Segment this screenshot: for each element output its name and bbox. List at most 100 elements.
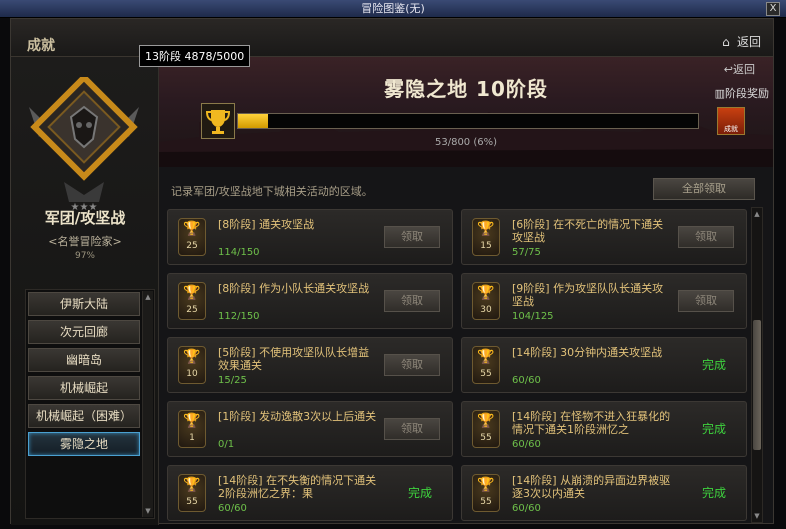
achievement-trophy-badge: 🏆 10 — [178, 346, 206, 384]
achievement-trophy-badge: 🏆 55 — [472, 410, 500, 448]
claim-button[interactable]: 领取 — [678, 226, 734, 248]
claim-button[interactable]: 领取 — [678, 290, 734, 312]
stage-trophy-icon — [201, 103, 235, 139]
scroll-up-icon[interactable]: ▲ — [752, 209, 762, 219]
achievement-tier: 25 — [186, 241, 198, 251]
achievement-card: 🏆 55 [14阶段] 在怪物不进入狂暴化的情况下通关1阶段洲忆之 60/60 完成 — [461, 401, 747, 457]
achievement-tier: 10 — [186, 369, 198, 379]
achievement-tier: 55 — [480, 433, 492, 443]
category-item-mist-land[interactable]: 雾隐之地 — [28, 432, 140, 456]
stage-progress-fill — [238, 114, 269, 128]
achievement-progress: 60/60 — [218, 503, 247, 514]
scroll-down-icon[interactable]: ▼ — [752, 511, 762, 521]
window-title: 冒险图鉴(无) — [361, 2, 425, 15]
achievement-title: [6阶段] 在不死亡的情况下通关攻坚战 — [512, 218, 664, 244]
achievement-card: 🏆 55 [14阶段] 从崩溃的异面边界被驱逐3次以内通关 60/60 完成 — [461, 465, 747, 521]
achievement-card: 🏆 25 [8阶段] 通关攻坚战 114/150 领取 — [167, 209, 453, 265]
achievement-tier: 30 — [480, 305, 492, 315]
achievement-trophy-badge: 🏆 25 — [178, 218, 206, 256]
home-icon: ⌂ — [722, 35, 730, 49]
scroll-up-icon[interactable]: ▲ — [143, 292, 153, 302]
category-item-dimension-corridor[interactable]: 次元回廊 — [28, 320, 140, 344]
achievement-title: [14阶段] 从崩溃的异面边界被驱逐3次以内通关 — [512, 474, 671, 500]
achievement-progress: 57/75 — [512, 247, 541, 258]
achievement-title: [14阶段] 30分钟内通关攻坚战 — [512, 346, 663, 359]
scroll-down-icon[interactable]: ▼ — [143, 506, 153, 516]
stage-progress-text: 53/800 (6%) — [434, 137, 498, 148]
stage-tooltip: 13阶段 4878/5000 — [139, 45, 251, 67]
achievement-trophy-badge: 🏆 30 — [472, 282, 500, 320]
stage-description: 记录军团/攻坚战地下城相关活动的区域。 — [171, 185, 373, 198]
achievement-card: 🏆 55 [14阶段] 在不失衡的情况下通关2阶段洲忆之界：果 60/60 完成 — [167, 465, 453, 521]
window-titlebar: 冒险图鉴(无) X — [0, 0, 786, 18]
achievement-progress: 104/125 — [512, 311, 554, 322]
trophy-icon: 🏆 — [477, 413, 495, 429]
category-percent: 97% — [74, 251, 95, 261]
achievement-trophy-badge: 🏆 15 — [472, 218, 500, 256]
back-label: 返回 — [736, 35, 761, 49]
achievement-card: 🏆 15 [6阶段] 在不死亡的情况下通关攻坚战 57/75 领取 — [461, 209, 747, 265]
achievement-complete-label: 完成 — [701, 486, 726, 500]
trophy-icon: 🏆 — [183, 285, 201, 301]
claim-button[interactable]: 领取 — [384, 290, 440, 312]
category-item-dark-island[interactable]: 幽暗岛 — [28, 348, 140, 372]
scroll-thumb[interactable] — [753, 320, 761, 450]
achievement-title: [14阶段] 在不失衡的情况下通关2阶段洲忆之界：果 — [218, 474, 377, 500]
trophy-icon: 🏆 — [183, 349, 201, 365]
achievement-progress: 0/1 — [218, 439, 235, 450]
achievement-tier: 15 — [480, 241, 492, 251]
page-title: 成就 — [27, 38, 55, 54]
chest-label: 成就 — [724, 125, 738, 133]
claim-button[interactable]: 领取 — [384, 418, 440, 440]
achievement-card: 🏆 25 [8阶段] 作为小队长通关攻坚战 112/150 领取 — [167, 273, 453, 329]
achievement-trophy-badge: 🏆 1 — [178, 410, 206, 448]
trophy-icon: 🏆 — [477, 285, 495, 301]
close-button[interactable]: X — [766, 2, 780, 16]
category-item-isys[interactable]: 伊斯大陆 — [28, 292, 140, 316]
achievement-progress: 60/60 — [512, 375, 541, 386]
achievement-tier: 1 — [189, 433, 195, 443]
stage-progress-bar — [237, 113, 699, 129]
category-item-machine-rise[interactable]: 机械崛起 — [28, 376, 140, 400]
header-bar: 成就 ⌂ 返回 — [11, 19, 773, 57]
achievement-tier: 55 — [480, 497, 492, 507]
right-panel: ↩返回 ▥阶段奖励 雾隐之地 10阶段 53/800 (6%) 成就 记录军团/… — [159, 57, 773, 525]
claim-button[interactable]: 领取 — [384, 226, 440, 248]
achievement-progress: 112/150 — [218, 311, 260, 322]
achievement-card: 🏆 1 [1阶段] 发动逸散3次以上后通关 0/1 领取 — [167, 401, 453, 457]
achievement-tier: 55 — [480, 369, 492, 379]
achievement-title: [8阶段] 作为小队长通关攻坚战 — [218, 282, 370, 295]
achievement-title: [1阶段] 发动逸散3次以上后通关 — [218, 410, 377, 423]
achievement-trophy-badge: 🏆 55 — [472, 474, 500, 512]
achievement-title: [14阶段] 在怪物不进入狂暴化的情况下通关1阶段洲忆之 — [512, 410, 671, 436]
category-item-machine-rise-hard[interactable]: 机械崛起（困难） — [28, 404, 140, 428]
category-title: 军团/攻坚战 — [44, 209, 126, 227]
achievement-window: 成就 ⌂ 返回 13阶段 4878/5000 ★★★ 军团/攻坚战 <名誉冒险家>… — [10, 18, 774, 525]
trophy-icon — [205, 110, 231, 134]
achievement-card: 🏆 30 [9阶段] 作为攻坚队队长通关攻坚战 104/125 领取 — [461, 273, 747, 329]
stage-title: 雾隐之地 10阶段 — [384, 77, 548, 101]
category-scrollbar[interactable]: ▲ ▼ — [142, 291, 153, 517]
achievement-trophy-badge: 🏆 25 — [178, 282, 206, 320]
achievement-progress: 114/150 — [218, 247, 260, 258]
achievement-title: [9阶段] 作为攻坚队队长通关攻坚战 — [512, 282, 664, 308]
achievement-complete-label: 完成 — [701, 358, 726, 372]
claim-all-button[interactable]: 全部领取 — [653, 178, 755, 200]
rank-emblem-icon: ★★★ — [29, 77, 139, 213]
achievement-tier: 55 — [186, 497, 198, 507]
category-subtitle: <名誉冒险家> — [48, 235, 122, 248]
achievement-trophy-badge: 🏆 55 — [178, 474, 206, 512]
back-button[interactable]: ⌂ 返回 — [719, 33, 761, 50]
trophy-icon: 🏆 — [477, 221, 495, 237]
achievement-grid: 🏆 25 [8阶段] 通关攻坚战 114/150 领取 🏆 15 [6阶段] 在不死亡的情况下… — [167, 209, 747, 521]
trophy-icon: 🏆 — [477, 477, 495, 493]
achievement-progress: 60/60 — [512, 503, 541, 514]
stage-banner: ↩返回 ▥阶段奖励 雾隐之地 10阶段 53/800 (6%) 成就 — [159, 57, 773, 167]
achievement-title: [5阶段] 不使用攻坚队队长增益效果通关 — [218, 346, 370, 372]
stage-reward-chest-icon[interactable]: 成就 — [717, 107, 745, 135]
achievement-progress: 15/25 — [218, 375, 247, 386]
achievement-scrollbar[interactable]: ▲ ▼ — [751, 207, 763, 523]
achievement-card: 🏆 55 [14阶段] 30分钟内通关攻坚战 60/60 完成 — [461, 337, 747, 393]
achievement-card: 🏆 10 [5阶段] 不使用攻坚队队长增益效果通关 15/25 领取 — [167, 337, 453, 393]
claim-button[interactable]: 领取 — [384, 354, 440, 376]
